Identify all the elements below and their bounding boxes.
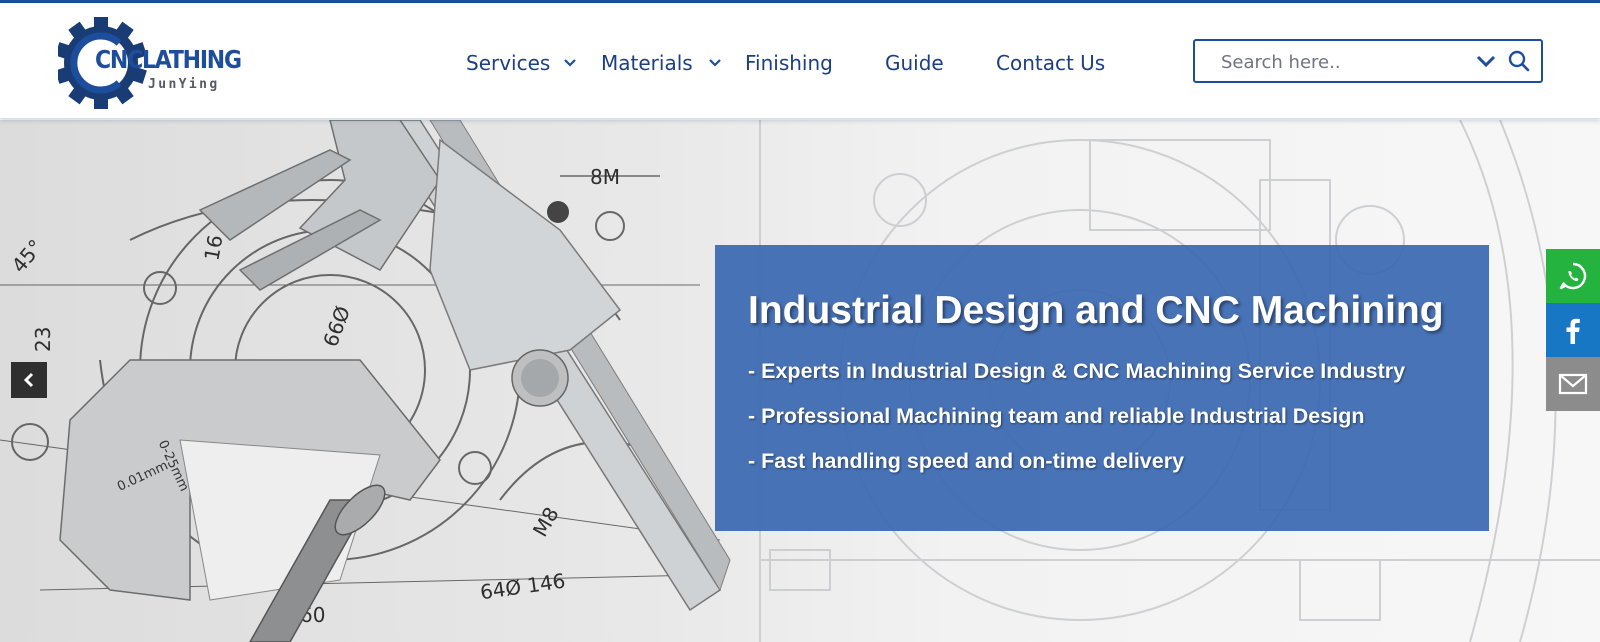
- svg-text:66Ø: 66Ø: [318, 303, 355, 350]
- hero-bullet: - Professional Machining team and reliab…: [748, 404, 1365, 428]
- logo[interactable]: CNCLATHING JunYing: [58, 15, 258, 111]
- nav-item-contact-us[interactable]: Contact Us: [996, 51, 1105, 75]
- svg-text:8M: 8M: [590, 165, 620, 189]
- hero-bullet: - Fast handling speed and on-time delive…: [748, 449, 1185, 473]
- svg-text:45°: 45°: [7, 235, 48, 278]
- hero-bullet: - Experts in Industrial Design & CNC Mac…: [748, 359, 1406, 383]
- hero-title: Industrial Design and CNC Machining: [748, 289, 1444, 332]
- search-icon[interactable]: [1507, 49, 1531, 73]
- mail-icon: [1558, 373, 1588, 395]
- search-box: [1193, 39, 1543, 83]
- slider-prev-button[interactable]: [11, 362, 47, 398]
- nav-item-materials[interactable]: Materials: [601, 51, 693, 75]
- chevron-left-icon: [23, 372, 34, 388]
- site-header: CNCLATHING JunYing Services Materials Fi…: [0, 3, 1600, 119]
- hero-text-panel: Industrial Design and CNC Machining - Ex…: [715, 245, 1489, 531]
- facebook-button[interactable]: [1546, 303, 1600, 357]
- services-chevron-down-icon[interactable]: [563, 58, 577, 68]
- whatsapp-button[interactable]: [1546, 249, 1600, 303]
- svg-text:M8: M8: [528, 503, 564, 541]
- nav-item-finishing[interactable]: Finishing: [745, 51, 833, 75]
- chevron-down-icon[interactable]: [1475, 53, 1497, 69]
- logo-subtext: JunYing: [148, 77, 220, 92]
- facebook-icon: [1566, 318, 1580, 344]
- logo-text: CNCLATHING: [95, 45, 242, 74]
- svg-text:23: 23: [31, 327, 55, 352]
- email-button[interactable]: [1546, 357, 1600, 411]
- nav-item-guide[interactable]: Guide: [885, 51, 944, 75]
- whatsapp-icon: [1559, 262, 1587, 290]
- materials-chevron-down-icon[interactable]: [708, 58, 722, 68]
- svg-text:64Ø 146: 64Ø 146: [479, 569, 567, 605]
- hero-banner: 8M 66Ø 23 45° 16 M8 64Ø 146 60 0.01mm 0-…: [0, 120, 1600, 642]
- search-input[interactable]: [1221, 49, 1471, 75]
- social-sidebar: [1546, 249, 1600, 411]
- nav-item-services[interactable]: Services: [466, 51, 550, 75]
- svg-text:16: 16: [199, 233, 227, 262]
